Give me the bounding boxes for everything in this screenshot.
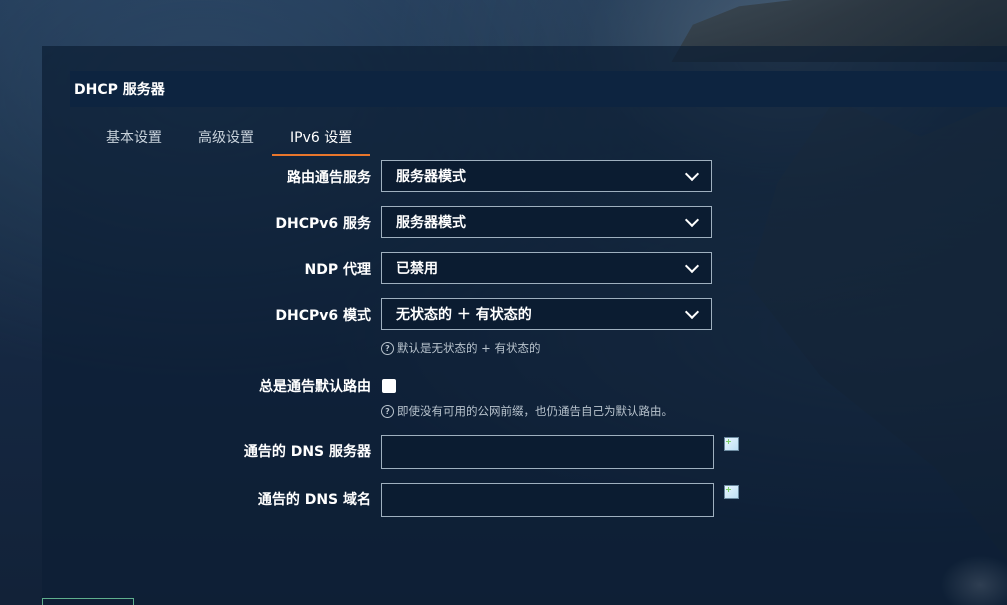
dhcpv6-service-label: DHCPv6 服务 xyxy=(275,216,371,232)
announced-dns-domains-input[interactable] xyxy=(381,483,714,517)
chevron-down-icon xyxy=(684,258,700,273)
always-default-route-hint: ? 即使没有可用的公网前缀，也仍通告自己为默认路由。 xyxy=(381,403,673,419)
ra-service-value: 服务器模式 xyxy=(396,169,466,185)
announced-dns-servers-input[interactable] xyxy=(381,435,714,469)
dhcpv6-mode-row: DHCPv6 模式 无状态的 ＋ 有状态的 ? 默认是无状态的 + 有状态的 xyxy=(42,298,1007,358)
panel-header: DHCP 服务器 xyxy=(70,71,1007,107)
ndp-proxy-value: 已禁用 xyxy=(396,261,438,277)
announced-dns-servers-row: 通告的 DNS 服务器 xyxy=(42,435,1007,469)
help-circle-icon: ? xyxy=(381,341,394,355)
announced-dns-domains-row: 通告的 DNS 域名 xyxy=(42,483,1007,517)
ndp-proxy-label: NDP 代理 xyxy=(304,262,371,278)
tab-bar: 基本设置 高级设置 IPv6 设置 xyxy=(88,120,371,156)
tab-basic-settings[interactable]: 基本设置 xyxy=(88,120,180,154)
ndp-proxy-row: NDP 代理 已禁用 xyxy=(42,252,1007,286)
dhcp-panel: DHCP 服务器 基本设置 高级设置 IPv6 设置 路由通告服务 服务器模式 … xyxy=(42,46,1007,605)
ra-service-select[interactable]: 服务器模式 xyxy=(381,160,712,192)
dhcpv6-mode-hint-text: 默认是无状态的 + 有状态的 xyxy=(397,341,541,355)
dhcpv6-service-row: DHCPv6 服务 服务器模式 xyxy=(42,206,1007,240)
chevron-down-icon xyxy=(684,212,700,227)
ndp-proxy-select[interactable]: 已禁用 xyxy=(381,252,712,284)
panel-title: DHCP 服务器 xyxy=(74,82,165,98)
dhcpv6-mode-label: DHCPv6 模式 xyxy=(275,308,371,324)
dhcpv6-service-value: 服务器模式 xyxy=(396,215,466,231)
announced-dns-domains-label: 通告的 DNS 域名 xyxy=(257,492,371,508)
tab-ipv6-settings[interactable]: IPv6 设置 xyxy=(272,120,371,156)
announced-dns-servers-label: 通告的 DNS 服务器 xyxy=(243,444,371,460)
add-item-icon[interactable] xyxy=(724,437,739,451)
dhcpv6-service-select[interactable]: 服务器模式 xyxy=(381,206,712,238)
dhcpv6-mode-select[interactable]: 无状态的 ＋ 有状态的 xyxy=(381,298,712,330)
always-default-route-label: 总是通告默认路由 xyxy=(259,379,371,395)
chevron-down-icon xyxy=(684,304,700,319)
dhcpv6-mode-value: 无状态的 ＋ 有状态的 xyxy=(396,307,532,323)
always-default-route-hint-text: 即使没有可用的公网前缀，也仍通告自己为默认路由。 xyxy=(397,404,673,418)
add-item-icon[interactable] xyxy=(724,485,739,499)
ra-service-row: 路由通告服务 服务器模式 xyxy=(42,160,1007,194)
tab-advanced-settings[interactable]: 高级设置 xyxy=(180,120,272,154)
dhcpv6-mode-hint: ? 默认是无状态的 + 有状态的 xyxy=(381,340,540,356)
always-default-route-checkbox[interactable] xyxy=(382,379,396,393)
ra-service-label: 路由通告服务 xyxy=(287,170,371,186)
help-circle-icon: ? xyxy=(381,404,394,418)
bottom-action-button[interactable] xyxy=(42,598,134,605)
always-default-route-row: 总是通告默认路由 ? 即使没有可用的公网前缀，也仍通告自己为默认路由。 xyxy=(42,375,1007,423)
chevron-down-icon xyxy=(684,166,700,181)
